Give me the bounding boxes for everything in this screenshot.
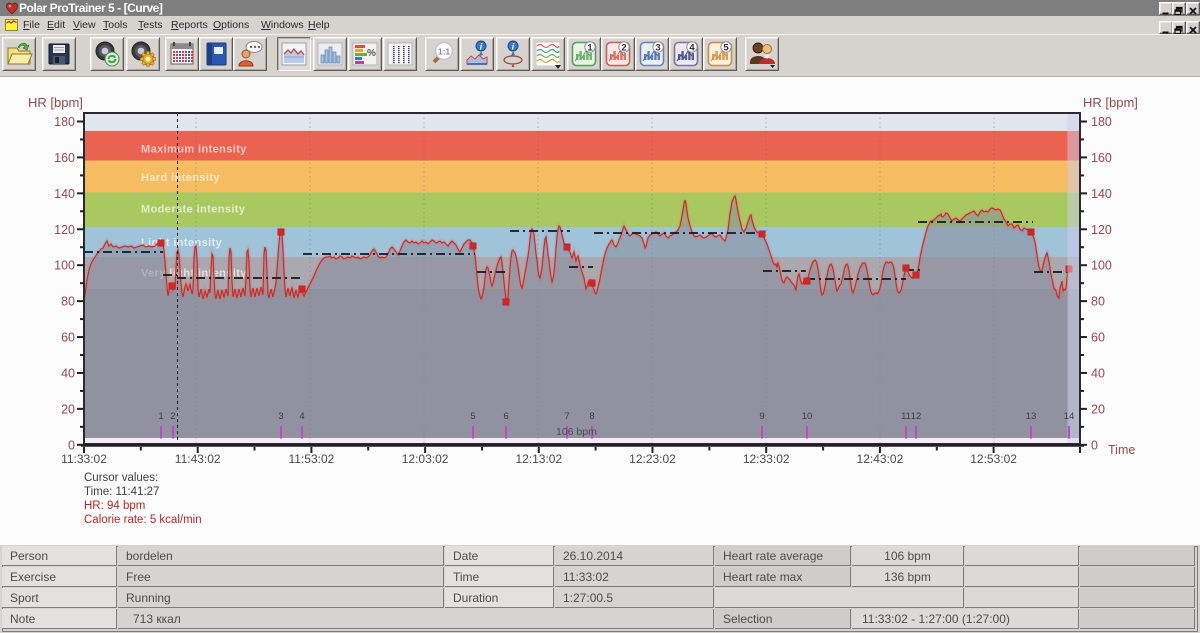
- svg-text:106 bpm: 106 bpm: [556, 426, 597, 438]
- svg-text:11:53:02: 11:53:02: [288, 452, 334, 466]
- svg-text:10: 10: [802, 411, 813, 422]
- svg-text:HR: 94 bpm: HR: 94 bpm: [84, 500, 145, 512]
- svg-text:180: 180: [54, 115, 75, 129]
- svg-text:HR [bpm]: HR [bpm]: [1083, 95, 1138, 110]
- svg-text:12:03:02: 12:03:02: [402, 452, 449, 466]
- svg-text:180: 180: [1091, 115, 1112, 129]
- svg-text:12:33:02: 12:33:02: [743, 452, 790, 466]
- svg-text:13: 13: [1026, 411, 1037, 422]
- svg-text:14: 14: [1064, 411, 1075, 422]
- svg-text:120: 120: [1091, 223, 1112, 237]
- svg-text:7: 7: [564, 411, 569, 422]
- svg-text:140: 140: [54, 187, 75, 201]
- svg-text:4: 4: [299, 411, 304, 422]
- svg-text:20: 20: [1091, 402, 1105, 416]
- svg-text:Moderate intensity: Moderate intensity: [141, 204, 246, 216]
- svg-text:100: 100: [1091, 259, 1112, 273]
- svg-text:9: 9: [759, 411, 764, 422]
- svg-text:160: 160: [1091, 151, 1112, 165]
- svg-text:5: 5: [723, 43, 729, 54]
- svg-text:120: 120: [54, 223, 75, 237]
- svg-text:100: 100: [54, 259, 75, 273]
- svg-text:0: 0: [68, 438, 75, 452]
- svg-text:Time: 11:41:27: Time: 11:41:27: [84, 486, 159, 498]
- svg-text:0: 0: [1091, 438, 1098, 452]
- svg-text:6: 6: [503, 411, 508, 422]
- svg-text:Cursor values:: Cursor values:: [84, 472, 158, 484]
- svg-text:%: %: [367, 48, 376, 59]
- svg-text:11:43:02: 11:43:02: [175, 452, 221, 466]
- svg-text:HR [bpm]: HR [bpm]: [28, 95, 83, 110]
- svg-text:12: 12: [911, 411, 922, 422]
- svg-text:160: 160: [54, 151, 75, 165]
- svg-text:Maximum intensity: Maximum intensity: [141, 144, 247, 156]
- svg-text:11: 11: [901, 411, 911, 422]
- svg-text:40: 40: [1091, 366, 1105, 380]
- svg-text:12:13:02: 12:13:02: [515, 452, 562, 466]
- svg-text:12:43:02: 12:43:02: [857, 452, 904, 466]
- svg-text:20: 20: [61, 402, 75, 416]
- svg-text:5: 5: [470, 411, 475, 422]
- svg-text:4: 4: [689, 43, 695, 54]
- svg-text:3: 3: [655, 43, 660, 54]
- svg-text:80: 80: [1091, 295, 1105, 309]
- svg-text:60: 60: [61, 331, 75, 345]
- svg-text:1: 1: [158, 411, 163, 422]
- svg-text:40: 40: [61, 366, 75, 380]
- svg-text:2: 2: [170, 411, 175, 422]
- svg-text:1:1: 1:1: [438, 47, 451, 57]
- svg-text:Calorie rate: 5 kcal/min: Calorie rate: 5 kcal/min: [84, 514, 202, 526]
- svg-text:Hard intensity: Hard intensity: [141, 172, 220, 184]
- svg-text:12:53:02: 12:53:02: [970, 452, 1017, 466]
- svg-text:140: 140: [1091, 187, 1112, 201]
- svg-text:1: 1: [587, 43, 593, 54]
- svg-text:12:23:02: 12:23:02: [629, 452, 676, 466]
- svg-text:8: 8: [589, 411, 594, 422]
- svg-text:11:33:02: 11:33:02: [61, 452, 107, 466]
- svg-text:60: 60: [1091, 331, 1105, 345]
- svg-text:3: 3: [278, 411, 283, 422]
- svg-text:Time: Time: [1108, 443, 1135, 457]
- svg-text:80: 80: [61, 295, 75, 309]
- svg-text:2: 2: [621, 43, 626, 54]
